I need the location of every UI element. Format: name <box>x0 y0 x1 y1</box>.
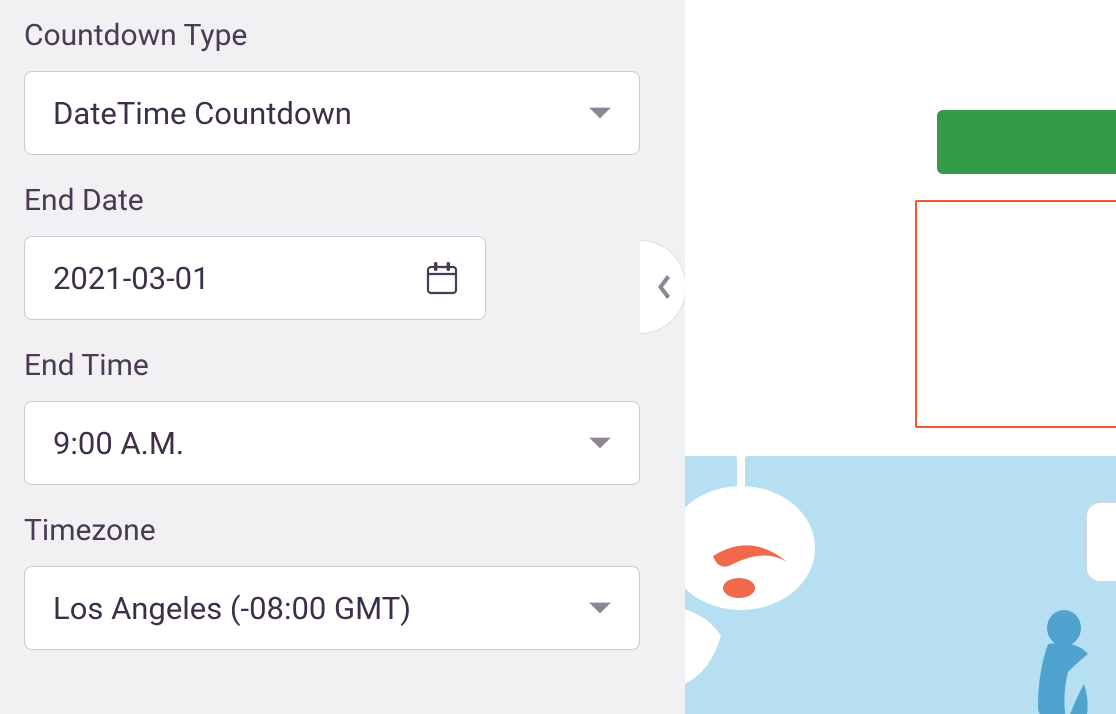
end-time-select[interactable]: 9:00 A.M. <box>24 401 640 485</box>
timezone-label: Timezone <box>24 513 661 548</box>
end-time-label: End Time <box>24 348 661 383</box>
app-root: Countdown Type DateTime Countdown End Da… <box>0 0 1116 714</box>
end-date-label: End Date <box>24 183 661 218</box>
countdown-type-select[interactable]: DateTime Countdown <box>24 71 640 155</box>
end-date-value: 2021-03-01 <box>53 260 210 297</box>
preview-illustration-person <box>1028 610 1098 714</box>
countdown-type-value: DateTime Countdown <box>53 95 352 132</box>
preview-side-tab <box>1086 502 1116 582</box>
timezone-value: Los Angeles (-08:00 GMT) <box>53 590 411 627</box>
preview-pane <box>685 0 1116 714</box>
chevron-down-icon <box>587 105 613 121</box>
calendar-icon <box>425 260 459 296</box>
chevron-down-icon <box>587 435 613 451</box>
timezone-select[interactable]: Los Angeles (-08:00 GMT) <box>24 566 640 650</box>
settings-sidebar: Countdown Type DateTime Countdown End Da… <box>0 0 685 714</box>
countdown-type-label: Countdown Type <box>24 18 661 53</box>
preview-green-button <box>937 110 1116 174</box>
collapse-sidebar-button[interactable] <box>640 240 686 334</box>
end-date-input[interactable]: 2021-03-01 <box>24 236 486 320</box>
chevron-down-icon <box>587 600 613 616</box>
preview-selected-block <box>915 200 1116 428</box>
end-time-value: 9:00 A.M. <box>53 425 184 462</box>
preview-illustration-mascot <box>685 440 879 700</box>
chevron-left-icon <box>654 272 672 302</box>
